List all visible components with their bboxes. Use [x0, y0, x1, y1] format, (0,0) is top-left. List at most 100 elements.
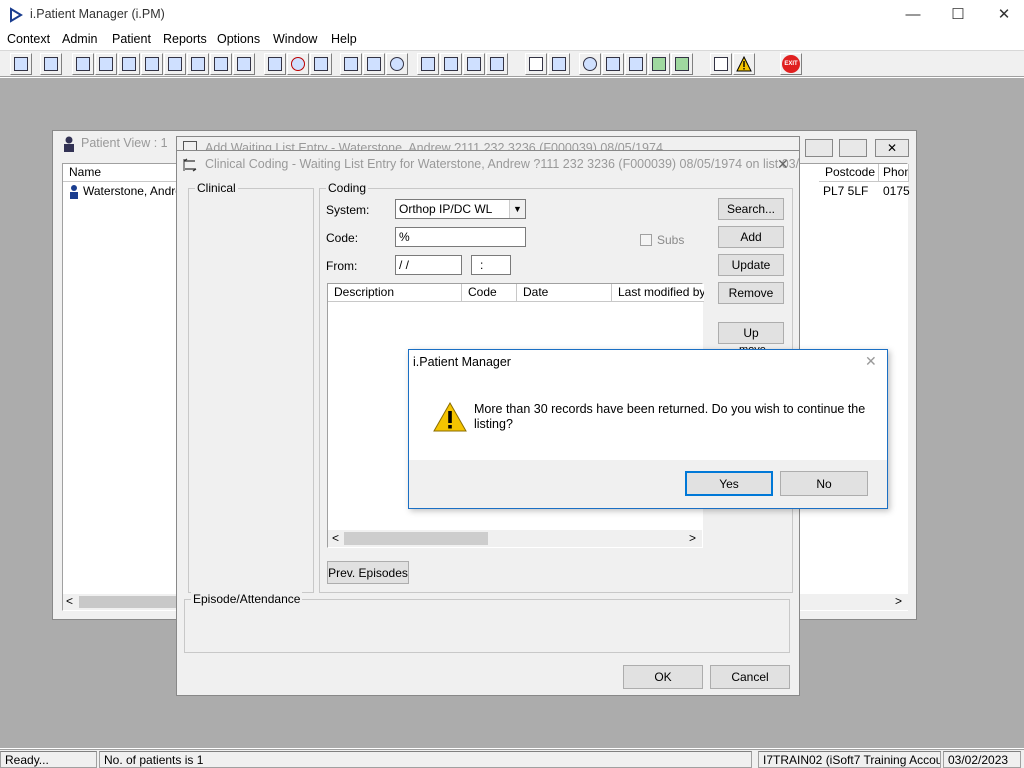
toolbar-form-icon[interactable]: [118, 53, 140, 75]
patient-row-icon: [70, 185, 78, 199]
clinical-coding-titlebar: Clinical Coding - Waiting List Entry for…: [177, 151, 799, 179]
cancel-button[interactable]: Cancel: [710, 665, 790, 689]
patient-phone-cell: 0175: [883, 184, 910, 198]
patient-icon: [64, 136, 74, 152]
patient-postcode-cell: PL7 5LF: [823, 184, 869, 198]
menu-context[interactable]: Context: [7, 32, 50, 46]
toolbar-list-icon[interactable]: [310, 53, 332, 75]
minimize-button[interactable]: —: [898, 4, 928, 26]
toolbar: EXIT: [0, 50, 1024, 77]
toolbar-tasks-icon[interactable]: [602, 53, 624, 75]
ok-button[interactable]: OK: [623, 665, 703, 689]
column-header-code[interactable]: Code: [462, 284, 517, 302]
close-button[interactable]: ✕: [989, 4, 1019, 26]
toolbar-m-icon[interactable]: [141, 53, 163, 75]
update-button[interactable]: Update: [718, 254, 784, 276]
chevron-down-icon[interactable]: ▼: [509, 200, 525, 218]
from-time-field[interactable]: :: [471, 255, 511, 275]
toolbar-checklist-icon[interactable]: [625, 53, 647, 75]
scroll-left-icon[interactable]: <: [66, 594, 73, 608]
column-header-description[interactable]: Description: [328, 284, 462, 302]
code-field[interactable]: %: [395, 227, 526, 247]
grid-scroll-left-icon[interactable]: <: [332, 531, 339, 545]
yes-button[interactable]: Yes: [685, 471, 773, 496]
grid-scroll-thumb[interactable]: [344, 532, 488, 545]
message-box-title: i.Patient Manager: [413, 355, 511, 369]
app-titlebar: i.Patient Manager (i.PM) — ☐ ✕: [0, 0, 1024, 30]
toolbar-exit-button[interactable]: EXIT: [780, 53, 802, 75]
toolbar-document-icon[interactable]: [525, 53, 547, 75]
add-button[interactable]: Add: [718, 226, 784, 248]
toolbar-patient-icon[interactable]: [10, 53, 32, 75]
toolbar-warning-icon[interactable]: [733, 53, 755, 75]
move-up-button[interactable]: Up: [718, 322, 784, 344]
column-header-name[interactable]: Name: [63, 164, 178, 182]
episode-attendance-label: Episode/Attendance: [191, 592, 303, 606]
toolbar-transport-icon[interactable]: [233, 53, 255, 75]
toolbar-search-icon[interactable]: [264, 53, 286, 75]
column-header-last-modified[interactable]: Last modified by: [612, 284, 704, 302]
scroll-right-icon[interactable]: >: [895, 594, 902, 608]
toolbar-bed2-icon[interactable]: [486, 53, 508, 75]
child-close-button[interactable]: ✕: [875, 139, 909, 157]
toolbar-book-icon[interactable]: [72, 53, 94, 75]
subs-checkbox[interactable]: [640, 234, 652, 246]
toolbar-notes-icon[interactable]: [417, 53, 439, 75]
dialog-close-icon[interactable]: ✕: [777, 156, 789, 173]
toolbar-person-icon[interactable]: [164, 53, 186, 75]
from-label: From:: [326, 259, 358, 273]
status-date: 03/02/2023: [943, 751, 1021, 768]
toolbar-gauge-icon[interactable]: [386, 53, 408, 75]
search-button[interactable]: Search...: [718, 198, 784, 220]
menu-options[interactable]: Options: [217, 32, 260, 46]
app-title: i.Patient Manager (i.PM): [30, 7, 165, 21]
menu-window[interactable]: Window: [273, 32, 317, 46]
toolbar-note-icon[interactable]: [187, 53, 209, 75]
column-header-date[interactable]: Date: [517, 284, 612, 302]
toolbar-edit-icon[interactable]: [95, 53, 117, 75]
child-restore-button[interactable]: [839, 139, 867, 157]
toolbar-green-icon[interactable]: [648, 53, 670, 75]
code-label: Code:: [326, 231, 359, 245]
maximize-button[interactable]: ☐: [943, 4, 973, 26]
system-label: System:: [326, 203, 370, 217]
toolbar-check-icon[interactable]: [440, 53, 462, 75]
menu-reports[interactable]: Reports: [163, 32, 207, 46]
scroll-thumb[interactable]: [79, 596, 189, 608]
warning-icon: [433, 402, 467, 432]
system-select[interactable]: Orthop IP/DC WL ▼: [395, 199, 526, 219]
toolbar-chart-icon[interactable]: [548, 53, 570, 75]
grid-horizontal-scrollbar[interactable]: < >: [328, 530, 702, 547]
message-box-close-icon[interactable]: ✕: [865, 353, 877, 370]
menu-patient[interactable]: Patient: [112, 32, 151, 46]
prev-episodes-button[interactable]: Prev. Episodes: [327, 561, 409, 584]
column-header-phone[interactable]: Phon: [879, 164, 909, 182]
toolbar-globe-icon[interactable]: [579, 53, 601, 75]
toolbar-ambulance-icon[interactable]: [210, 53, 232, 75]
toolbar-bed-icon[interactable]: [463, 53, 485, 75]
menu-admin[interactable]: Admin: [62, 32, 97, 46]
clinical-coding-title: Clinical Coding - Waiting List Entry for…: [205, 157, 799, 171]
grid-scroll-right-icon[interactable]: >: [689, 531, 696, 545]
toolbar-screen2-icon[interactable]: [363, 53, 385, 75]
no-button[interactable]: No: [780, 471, 868, 496]
status-ready: Ready...: [0, 751, 97, 768]
message-box-footer: Yes No: [409, 460, 887, 508]
clinical-group-label: Clinical: [195, 181, 238, 195]
menu-help[interactable]: Help: [331, 32, 357, 46]
toolbar-print-icon[interactable]: [40, 53, 62, 75]
from-date-field[interactable]: / /: [395, 255, 462, 275]
toolbar-screen-icon[interactable]: [340, 53, 362, 75]
column-header-postcode[interactable]: Postcode: [819, 164, 879, 182]
message-box: i.Patient Manager ✕ More than 30 records…: [408, 349, 888, 509]
episode-attendance-group: Episode/Attendance: [184, 592, 790, 653]
toolbar-swap-icon[interactable]: [710, 53, 732, 75]
remove-button[interactable]: Remove: [718, 282, 784, 304]
app-logo-icon: [10, 7, 23, 23]
swap-icon: [183, 158, 197, 172]
status-bar: Ready... No. of patients is 1 I7TRAIN02 …: [0, 749, 1024, 768]
toolbar-clock-icon[interactable]: [287, 53, 309, 75]
child-minimize-button[interactable]: [805, 139, 833, 157]
toolbar-green2-icon[interactable]: [671, 53, 693, 75]
subs-label: Subs: [657, 233, 685, 247]
